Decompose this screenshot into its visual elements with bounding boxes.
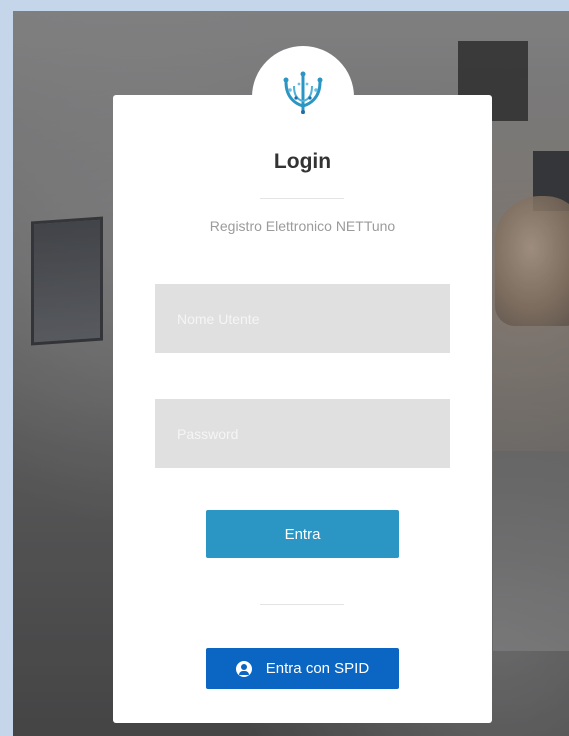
logo-badge [252, 46, 354, 148]
divider [260, 604, 344, 605]
username-input[interactable] [155, 284, 450, 353]
spid-button-label: Entra con SPID [265, 660, 370, 677]
login-button[interactable]: Entra [206, 510, 399, 558]
page-title: Login [273, 150, 332, 173]
spid-login-button[interactable]: Entra con SPID [206, 648, 399, 689]
app-subtitle: Registro Elettronico NETTuno [209, 218, 396, 234]
divider [260, 198, 344, 199]
trident-logo-icon [283, 71, 323, 114]
password-input[interactable] [155, 399, 450, 468]
user-icon [235, 660, 252, 677]
